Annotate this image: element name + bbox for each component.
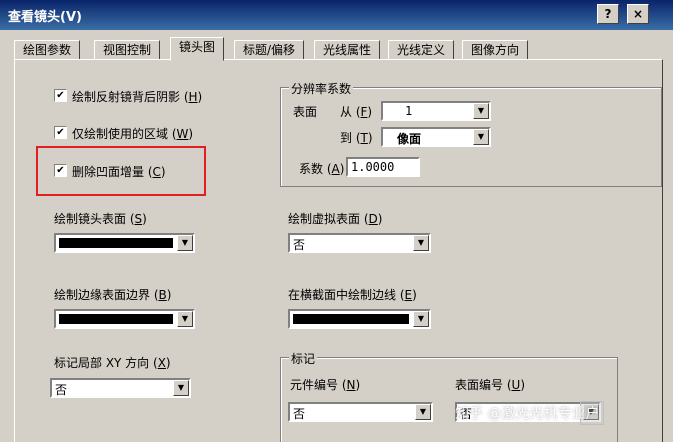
color-swatch	[293, 314, 409, 324]
chevron-down-icon[interactable]: ▼	[413, 235, 429, 251]
element-number-label: 元件编号 (N)	[290, 378, 361, 392]
from-label: 从 (F)	[340, 105, 373, 119]
checkbox-box[interactable]: ✔	[54, 89, 67, 102]
to-surface-value: 像面	[397, 132, 422, 146]
cross-edge-select[interactable]: ▼	[288, 309, 431, 329]
chevron-down-icon[interactable]: ▼	[177, 311, 193, 327]
title-bar: 查看镜头(V) ? ×	[0, 0, 673, 30]
virtual-surface-value: 否	[293, 238, 306, 252]
coef-label: 系数 (A)	[299, 162, 345, 176]
tab-ray-properties[interactable]: 光线属性	[314, 40, 381, 60]
chevron-down-icon[interactable]: ▼	[415, 404, 431, 420]
cross-edge-label: 在横截面中绘制边线 (E)	[288, 288, 417, 302]
lens-surface-select[interactable]: ▼	[54, 233, 195, 253]
watermark-text: 知乎 @激光光机专业户	[455, 406, 600, 422]
close-button[interactable]: ×	[627, 4, 649, 24]
coef-input[interactable]: 1.0000	[346, 157, 420, 177]
tab-ray-definition[interactable]: 光线定义	[388, 40, 455, 60]
highlight-box	[36, 146, 206, 196]
virtual-surface-label: 绘制虚拟表面 (D)	[288, 212, 383, 226]
color-swatch	[59, 314, 173, 324]
lens-surface-label: 绘制镜头表面 (S)	[54, 212, 147, 226]
chevron-down-icon[interactable]: ▼	[473, 103, 489, 119]
virtual-surface-select[interactable]: 否 ▼	[288, 233, 431, 253]
edge-boundary-select[interactable]: ▼	[54, 309, 195, 329]
element-number-select[interactable]: 否 ▼	[288, 402, 433, 422]
local-xy-select[interactable]: 否 ▼	[50, 378, 191, 398]
hotkey: W	[176, 127, 189, 141]
tab-plot-params[interactable]: 绘图参数	[14, 40, 81, 60]
help-button[interactable]: ?	[597, 4, 619, 24]
checkbox-box[interactable]: ✔	[54, 126, 67, 139]
resolution-group-title: 分辨率系数	[289, 80, 354, 97]
window-title: 查看镜头(V)	[8, 10, 82, 25]
element-number-value: 否	[293, 407, 306, 421]
marking-group: 标记	[280, 350, 618, 442]
tab-image-orientation[interactable]: 图像方向	[462, 40, 529, 60]
surface-label: 表面	[293, 105, 318, 119]
chevron-down-icon[interactable]: ▼	[473, 129, 489, 145]
checkbox-label: 绘制反射镜背后阴影	[72, 90, 181, 104]
local-xy-label: 标记局部 XY 方向 (X)	[54, 356, 171, 370]
tab-title-offset[interactable]: 标题/偏移	[234, 40, 305, 60]
hotkey: H	[188, 90, 198, 104]
to-label: 到 (T)	[340, 131, 373, 145]
tab-lens-drawing[interactable]: 镜头图	[170, 37, 225, 61]
checkbox-label: 仅绘制使用的区域	[72, 127, 169, 141]
from-surface-value: 1	[405, 104, 413, 118]
to-surface-select[interactable]: 像面 ▼	[381, 127, 491, 147]
edge-boundary-label: 绘制边缘表面边界 (B)	[54, 288, 172, 302]
chevron-down-icon[interactable]: ▼	[177, 235, 193, 251]
surface-number-label: 表面编号 (U)	[455, 378, 525, 392]
dialog-window: 查看镜头(V) ? × 绘图参数 视图控制 镜头图 标题/偏移 光线属性 光线定…	[0, 0, 673, 442]
chevron-down-icon[interactable]: ▼	[413, 311, 429, 327]
tab-view-control[interactable]: 视图控制	[94, 40, 161, 60]
from-surface-select[interactable]: 1 ▼	[381, 101, 491, 121]
marking-group-title: 标记	[289, 350, 318, 367]
chevron-down-icon[interactable]: ▼	[173, 380, 189, 396]
color-swatch	[59, 238, 173, 248]
local-xy-value: 否	[55, 383, 68, 397]
